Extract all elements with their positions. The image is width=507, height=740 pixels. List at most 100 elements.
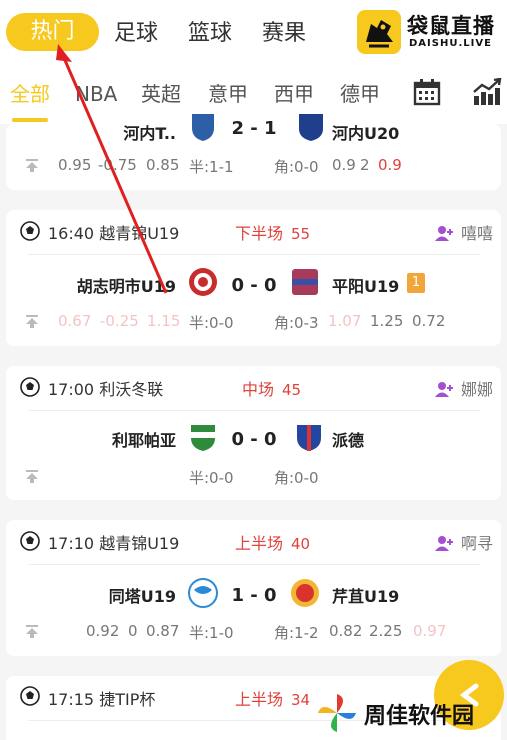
ou-under: 0.97	[413, 622, 447, 640]
away-team-name: 派德	[332, 431, 365, 450]
half-score: 半:1-1	[189, 158, 234, 176]
commentator[interactable]: 嘻嘻	[434, 220, 493, 244]
commentator-name: 啊寻	[460, 534, 493, 553]
match-time-league: 16:40 越青锦U19	[48, 220, 179, 244]
commentator-icon	[434, 382, 453, 397]
filter-la-liga[interactable]: 西甲	[274, 80, 314, 108]
league-name: 利沃冬联	[99, 380, 164, 399]
home-team-name: 利耶帕亚	[111, 431, 176, 450]
calendar-icon[interactable]	[413, 78, 441, 106]
odds-home: 0.92	[86, 622, 120, 640]
odds-row: 0.95 -0.75 0.85 半:1-1 角:0-0 0.9 2 0.9	[6, 156, 501, 176]
tab-football[interactable]: 足球	[114, 14, 158, 54]
match-time: 17:00	[48, 380, 95, 399]
commentator[interactable]: 啊寻	[434, 530, 493, 554]
card-divider	[28, 564, 480, 565]
match-status: 上半场 34	[235, 686, 310, 710]
match-score: 1 - 0	[231, 585, 277, 606]
match-minute: 55	[291, 225, 311, 243]
match-card[interactable]: 17:00 利沃冬联 中场 45 娜娜 利耶帕亚 0 - 0 派德 半:0-0 角…	[6, 366, 501, 500]
odds-away: 1.15	[147, 312, 181, 330]
watermark: 周佳软件园	[316, 688, 502, 740]
away-crest-icon	[290, 267, 320, 297]
tab-results[interactable]: 赛果	[262, 14, 306, 54]
tab-basketball[interactable]: 篮球	[188, 14, 232, 54]
away-team-name: 芹苴U19	[332, 587, 400, 606]
ou-line: 1.25	[370, 312, 404, 330]
commentator-name: 嘻嘻	[460, 224, 493, 243]
odds-away: 0.87	[146, 622, 180, 640]
card-divider	[28, 410, 480, 411]
corner-score: 角:0-3	[274, 314, 319, 332]
away-crest-icon	[296, 112, 326, 142]
match-score: 0 - 0	[231, 275, 277, 296]
match-score: 0 - 0	[231, 429, 277, 450]
filter-serie-a[interactable]: 意甲	[208, 80, 248, 108]
commentator-name: 娜娜	[460, 380, 493, 399]
card-count-badge: 1	[407, 273, 425, 293]
away-team-name: 平阳U19	[332, 277, 400, 296]
half-score: 半:1-0	[189, 624, 234, 642]
commentator-icon	[434, 226, 453, 241]
match-status: 中场 45	[242, 376, 301, 400]
league-name: 越青锦U19	[99, 224, 180, 243]
match-status: 下半场 55	[235, 220, 310, 244]
league-filter-bar: 全部 NBA 英超 意甲 西甲 德甲	[0, 66, 507, 124]
odds-home: 0.67	[58, 312, 92, 330]
odds-row: 0.67 -0.25 1.15 半:0-0 角:0-3 1.07 1.25 0.…	[6, 312, 501, 332]
league-name: 捷TIP杯	[99, 690, 156, 709]
upvote-icon[interactable]	[24, 468, 40, 484]
bar-chart-icon[interactable]	[472, 77, 502, 106]
corner-score: 角:0-0	[274, 158, 319, 176]
active-filter-underline	[12, 118, 48, 122]
home-team-name: 同塔U19	[108, 587, 176, 606]
corner-score: 角:1-2	[274, 624, 319, 642]
league-name: 越青锦U19	[99, 534, 180, 553]
home-team-name: 胡志明市U19	[76, 277, 176, 296]
status-label: 下半场	[235, 224, 284, 243]
ou-over: 1.07	[328, 312, 362, 330]
match-time: 17:15	[48, 690, 95, 709]
match-card-header: 17:10 越青锦U19 上半场 40 啊寻	[6, 520, 501, 564]
match-status: 上半场 40	[235, 530, 310, 554]
kangaroo-logo-icon	[357, 10, 401, 54]
half-score: 半:0-0	[189, 314, 234, 332]
away-crest-icon	[294, 422, 324, 452]
status-label: 上半场	[235, 690, 284, 709]
half-score: 半:0-0	[189, 469, 234, 487]
match-time: 16:40	[48, 224, 95, 243]
odds-handicap: -0.75	[98, 156, 137, 174]
soccer-ball-icon	[20, 531, 40, 551]
match-minute: 34	[291, 691, 311, 709]
match-time-league: 17:15 捷TIP杯	[48, 686, 155, 710]
ou-line: 2.25	[369, 622, 403, 640]
match-minute: 45	[282, 381, 302, 399]
commentator[interactable]: 娜娜	[434, 376, 493, 400]
ou-over: 0.82	[329, 622, 363, 640]
corner-score: 角:0-0	[274, 469, 319, 487]
odds-row: 半:0-0 角:0-0	[6, 467, 501, 487]
match-card[interactable]: 16:40 越青锦U19 下半场 55 嘻嘻 胡志明市U19 0 - 0 平阳U1…	[6, 210, 501, 346]
status-label: 上半场	[235, 534, 284, 553]
upvote-icon[interactable]	[24, 157, 40, 173]
filter-all[interactable]: 全部	[10, 80, 50, 108]
upvote-icon[interactable]	[24, 623, 40, 639]
filter-premier-league[interactable]: 英超	[141, 80, 181, 108]
home-crest-icon	[188, 267, 218, 297]
odds-row: 0.92 0 0.87 半:1-0 角:1-2 0.82 2.25 0.97	[6, 622, 501, 642]
filter-bundesliga[interactable]: 德甲	[340, 80, 380, 108]
match-score: 2 - 1	[231, 118, 277, 139]
match-card[interactable]: 17:10 越青锦U19 上半场 40 啊寻 同塔U19 1 - 0 芹苴U19 …	[6, 520, 501, 656]
match-card-header: 16:40 越青锦U19 下半场 55 嘻嘻	[6, 210, 501, 254]
top-nav-bar: 热门 足球 篮球 赛果 袋鼠直播 DAISHU.LIVE	[0, 0, 507, 66]
logo-title: 袋鼠直播	[407, 14, 495, 38]
logo-subtitle: DAISHU.LIVE	[409, 38, 492, 49]
card-divider	[28, 254, 480, 255]
ou-under: 0.9	[378, 156, 402, 174]
match-card-partial[interactable]: 河内T.. 2 - 1 河内U20 0.95 -0.75 0.85 半:1-1 …	[6, 114, 501, 190]
soccer-ball-icon	[20, 377, 40, 397]
home-team-name: 河内T..	[123, 124, 176, 143]
upvote-icon[interactable]	[24, 313, 40, 329]
tab-hot[interactable]: 热门	[6, 13, 99, 51]
filter-nba[interactable]: NBA	[75, 80, 117, 108]
